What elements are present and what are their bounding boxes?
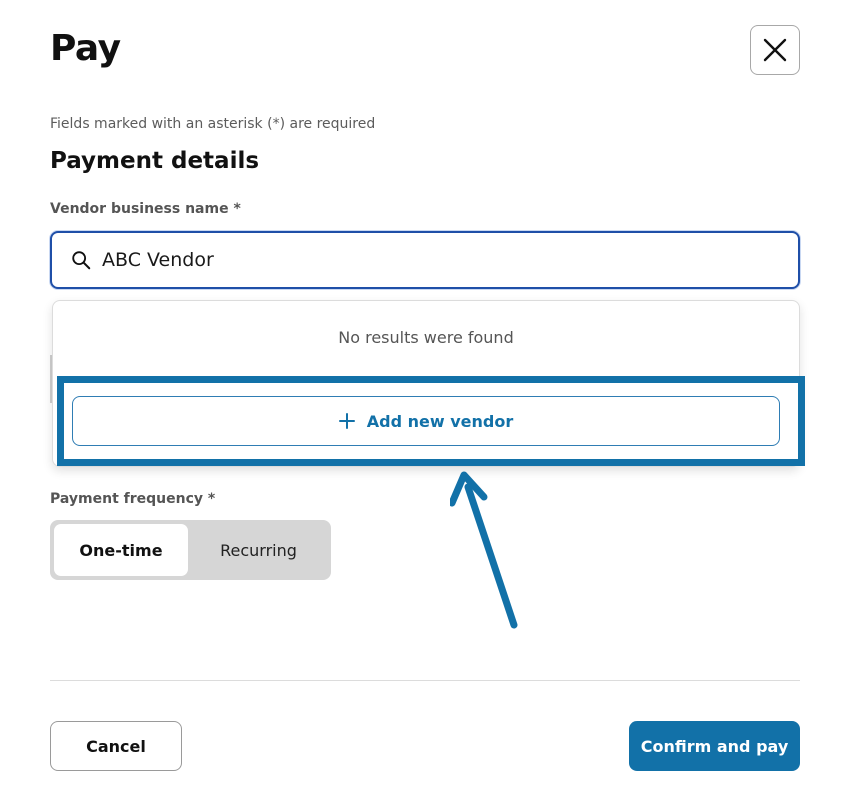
cancel-button[interactable]: Cancel bbox=[50, 721, 182, 771]
vendor-search-value: ABC Vendor bbox=[102, 249, 214, 271]
no-results-message: No results were found bbox=[338, 328, 514, 347]
plus-icon bbox=[338, 413, 355, 429]
vendor-name-label: Vendor business name * bbox=[50, 201, 241, 217]
close-icon bbox=[763, 38, 787, 62]
add-new-vendor-label: Add new vendor bbox=[366, 411, 514, 431]
close-button[interactable] bbox=[750, 25, 800, 75]
annotation-arrow bbox=[450, 471, 518, 629]
search-icon bbox=[72, 251, 91, 270]
vendor-search-input[interactable]: ABC Vendor bbox=[50, 231, 800, 289]
add-new-vendor-button[interactable]: Add new vendor bbox=[72, 396, 780, 446]
payment-frequency-toggle: One-time Recurring bbox=[50, 520, 331, 580]
required-fields-note: Fields marked with an asterisk (*) are r… bbox=[50, 116, 376, 132]
section-title: Payment details bbox=[50, 148, 260, 174]
payment-frequency-label: Payment frequency * bbox=[50, 491, 216, 507]
frequency-option-one-time[interactable]: One-time bbox=[54, 524, 188, 576]
confirm-and-pay-button[interactable]: Confirm and pay bbox=[629, 721, 800, 771]
page-title: Pay bbox=[50, 28, 121, 69]
frequency-option-recurring[interactable]: Recurring bbox=[190, 524, 327, 576]
footer-divider bbox=[50, 680, 800, 681]
